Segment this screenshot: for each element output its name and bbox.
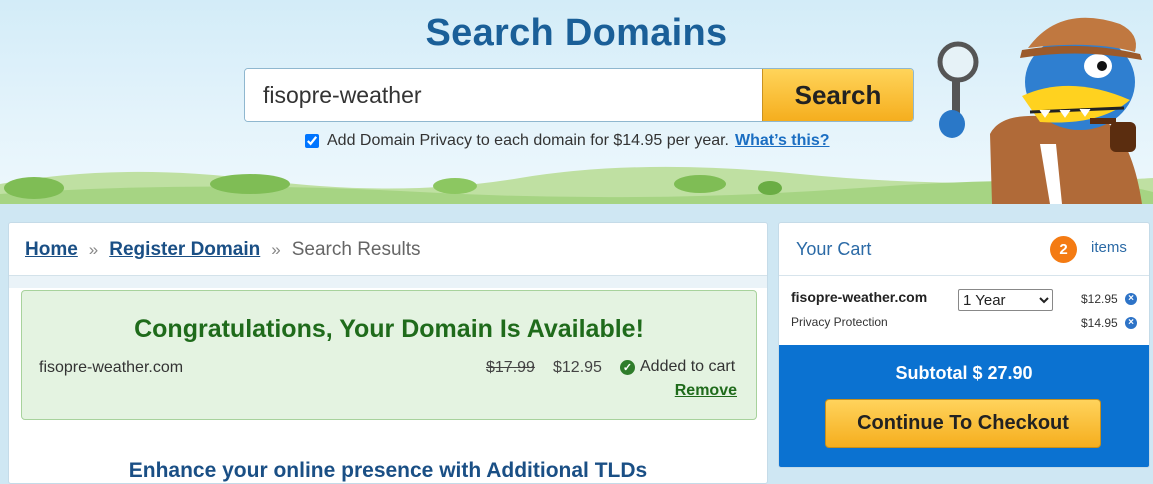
remove-privacy-icon[interactable]: ×	[1125, 317, 1137, 329]
term-select[interactable]: 1 Year	[958, 289, 1053, 311]
breadcrumb-current: Search Results	[291, 239, 421, 260]
availability-heading: Congratulations, Your Domain Is Availabl…	[134, 315, 644, 343]
detective-mascot-illustration	[937, 17, 1142, 204]
remove-domain-icon[interactable]: ×	[1125, 293, 1137, 305]
search-results-panel: Home » Register Domain » Search Results …	[8, 222, 768, 484]
remove-link[interactable]: Remove	[675, 382, 737, 400]
original-price: $17.99	[486, 359, 535, 376]
cart-domain-name: fisopre-weather.com	[791, 289, 928, 305]
cart-count-badge: 2	[1050, 236, 1077, 263]
cart-header: Your Cart 2 items	[779, 223, 1149, 276]
added-to-cart-status: ✓ Added to cart	[620, 358, 735, 376]
cart-domain-price: $12.95	[1081, 292, 1118, 306]
cart-privacy-label: Privacy Protection	[791, 315, 888, 329]
cart-privacy-price: $14.95	[1081, 316, 1118, 330]
continue-to-checkout-button[interactable]: Continue To Checkout	[825, 399, 1101, 448]
cart-footer: Subtotal $ 27.90 Continue To Checkout	[779, 345, 1149, 467]
sale-price: $12.95	[553, 359, 602, 376]
domain-search-bar: Search	[244, 68, 914, 122]
breadcrumb-separator: »	[271, 240, 281, 259]
breadcrumb: Home » Register Domain » Search Results	[25, 239, 421, 261]
divider	[9, 275, 767, 288]
breadcrumb-home-link[interactable]: Home	[25, 239, 78, 261]
added-to-cart-label: Added to cart	[640, 358, 736, 375]
cart-subtotal: Subtotal $ 27.90	[895, 363, 1033, 383]
hero-header: Search Domains Search Add Domain Privacy…	[0, 0, 1153, 204]
cart-title: Your Cart	[796, 239, 872, 259]
domain-search-input[interactable]	[245, 69, 762, 121]
cart-items-label: items	[1091, 239, 1127, 256]
checkmark-icon: ✓	[620, 359, 635, 375]
result-domain-name: fisopre-weather.com	[39, 359, 184, 376]
additional-tlds-heading: Enhance your online presence with Additi…	[128, 459, 648, 482]
breadcrumb-register-link[interactable]: Register Domain	[109, 239, 260, 261]
breadcrumb-separator: »	[88, 240, 99, 259]
domain-available-box: Congratulations, Your Domain Is Availabl…	[21, 290, 757, 420]
cart-panel: Your Cart 2 items fisopre-weather.com 1 …	[778, 222, 1150, 468]
search-button[interactable]: Search	[762, 69, 913, 121]
